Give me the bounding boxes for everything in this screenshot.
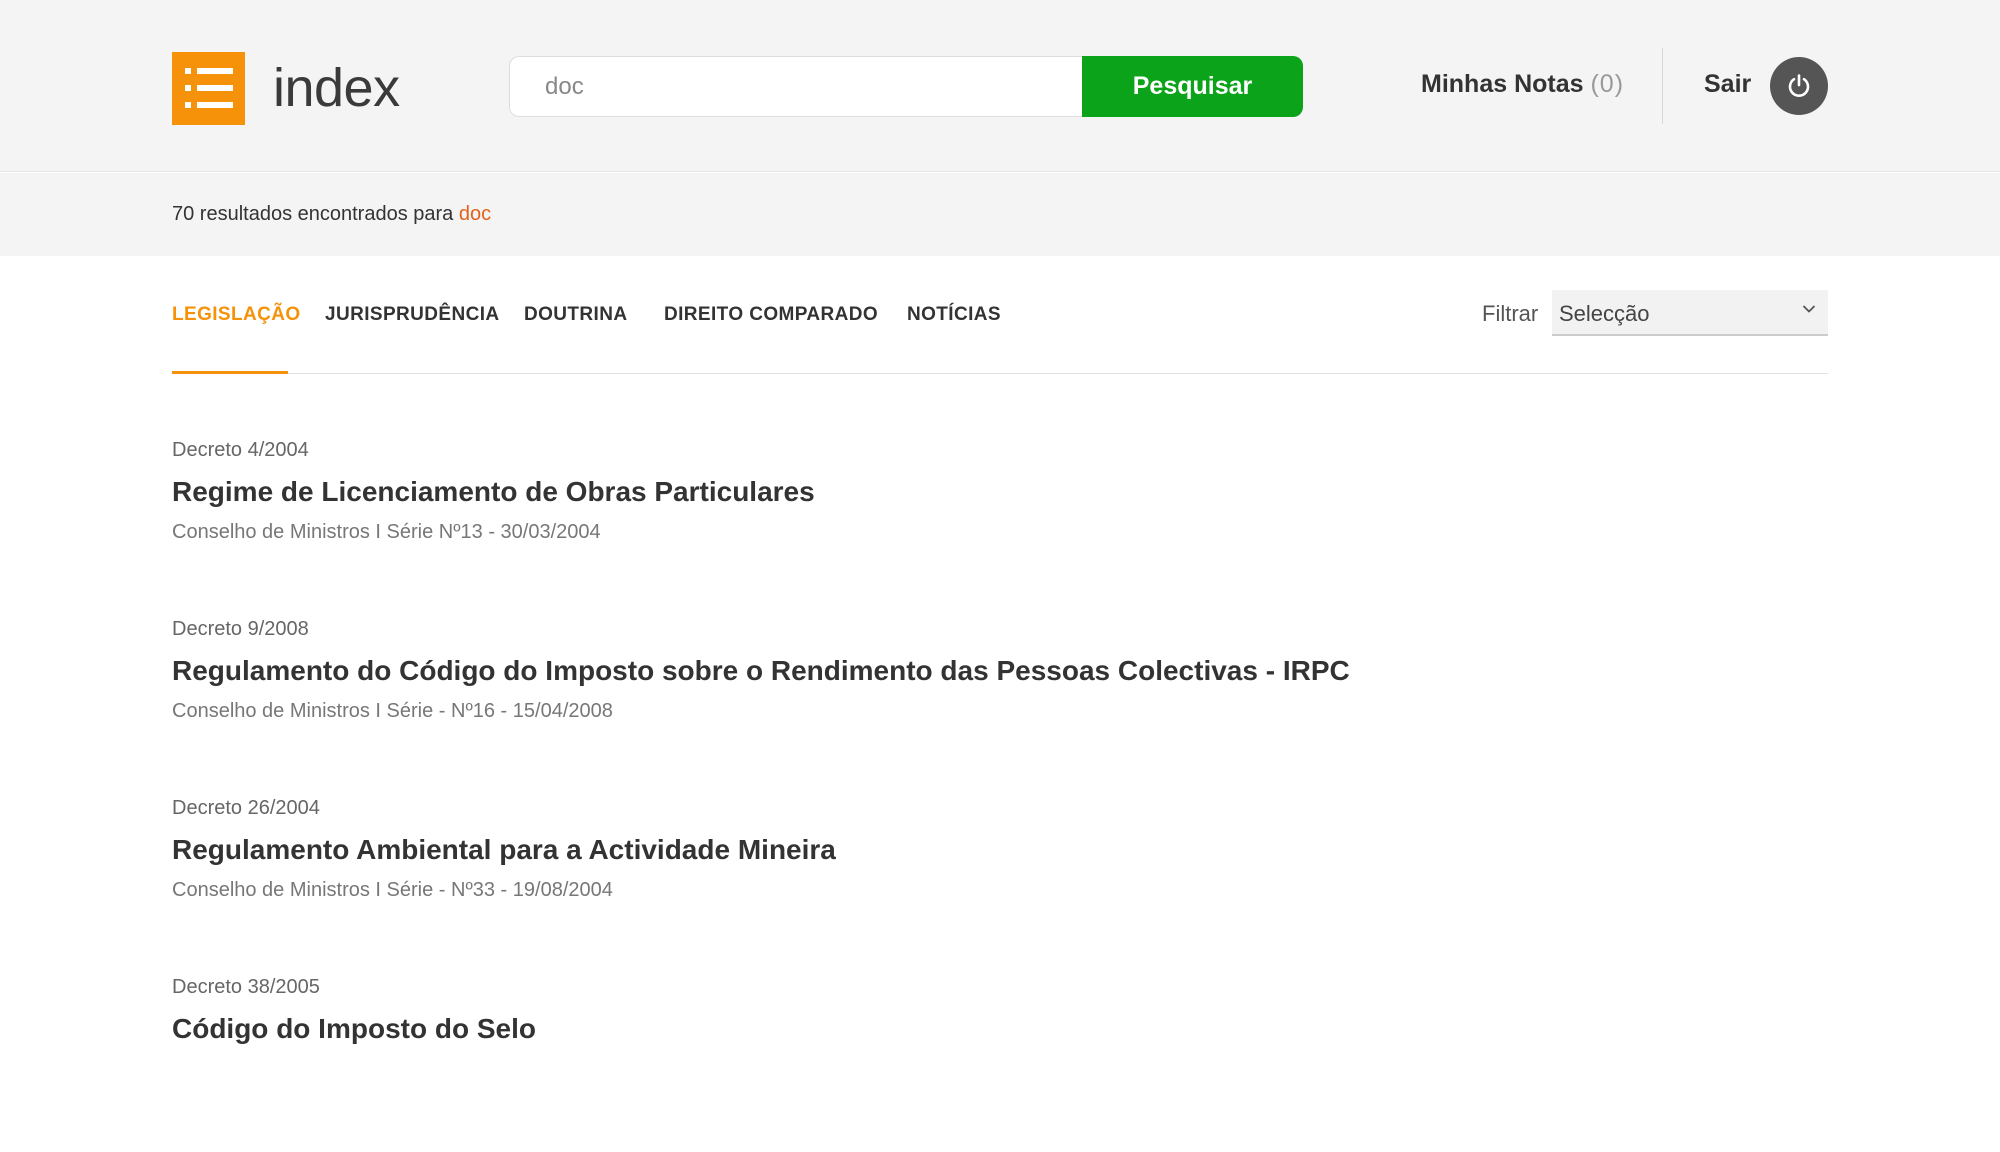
result-type: Decreto 38/2005 [172, 976, 320, 998]
result-meta: Conselho de Ministros I Série - Nº33 - 1… [172, 879, 613, 901]
filter-label: Filtrar [1482, 301, 1539, 326]
results-summary-text: 70 resultados encontrados para [172, 203, 459, 225]
result-title-link[interactable]: Regime de Licenciamento de Obras Particu… [172, 475, 1828, 509]
my-notes-link[interactable]: Minhas Notas (0) [1421, 70, 1624, 99]
active-tab-indicator [172, 371, 288, 374]
result-item: Decreto 9/2008 Regulamento do Código do … [172, 615, 1828, 794]
result-item: Decreto 26/2004 Regulamento Ambiental pa… [172, 794, 1828, 973]
filter-selected-value: Selecção [1559, 301, 1650, 326]
result-type: Decreto 9/2008 [172, 618, 309, 640]
power-icon [1788, 74, 1810, 97]
result-meta: Conselho de Ministros I Série - Nº16 - 1… [172, 700, 613, 722]
result-title-link[interactable]: Regulamento do Código do Imposto sobre o… [172, 654, 1828, 688]
chevron-down-icon [1802, 305, 1816, 313]
header-divider [1662, 48, 1663, 124]
results-list: Decreto 4/2004 Regime de Licenciamento d… [172, 436, 1828, 1152]
category-tabs: LEGISLAÇÃO JURISPRUDÊNCIA DOUTRINA DIREI… [172, 256, 1828, 374]
result-type: Decreto 4/2004 [172, 439, 309, 461]
search-input[interactable] [509, 56, 1082, 117]
tab-noticias[interactable]: NOTÍCIAS [907, 304, 1001, 326]
result-type: Decreto 26/2004 [172, 797, 320, 819]
results-search-term: doc [458, 203, 492, 225]
tab-jurisprudencia[interactable]: JURISPRUDÊNCIA [325, 304, 500, 326]
logo[interactable]: index [172, 52, 400, 125]
logout-button[interactable] [1770, 57, 1828, 115]
tab-direito-comparado[interactable]: DIREITO COMPARADO [664, 304, 878, 326]
logo-text: index [273, 58, 400, 118]
results-summary-bar: 70 resultados encontrados para doc [0, 173, 2000, 256]
search-bar: Pesquisar [509, 56, 1303, 117]
results-summary: 70 resultados encontrados para doc [172, 203, 491, 226]
search-button[interactable]: Pesquisar [1082, 56, 1303, 117]
result-title-link[interactable]: Regulamento Ambiental para a Actividade … [172, 833, 1828, 867]
header: index Pesquisar Minhas Notas (0) Sair [0, 0, 2000, 172]
my-notes-label: Minhas Notas [1421, 70, 1584, 98]
tab-legislacao[interactable]: LEGISLAÇÃO [172, 304, 301, 326]
list-icon [172, 52, 245, 125]
result-item: Decreto 4/2004 Regime de Licenciamento d… [172, 436, 1828, 615]
filter-select[interactable]: Selecção [1552, 290, 1828, 336]
result-meta: Conselho de Ministros I Série Nº13 - 30/… [172, 521, 601, 543]
my-notes-count: (0) [1590, 70, 1625, 98]
logout-link[interactable]: Sair [1704, 70, 1751, 99]
tab-doutrina[interactable]: DOUTRINA [524, 304, 627, 326]
result-title-link[interactable]: Código do Imposto do Selo [172, 1012, 1828, 1046]
result-item: Decreto 38/2005 Código do Imposto do Sel… [172, 973, 1828, 1152]
